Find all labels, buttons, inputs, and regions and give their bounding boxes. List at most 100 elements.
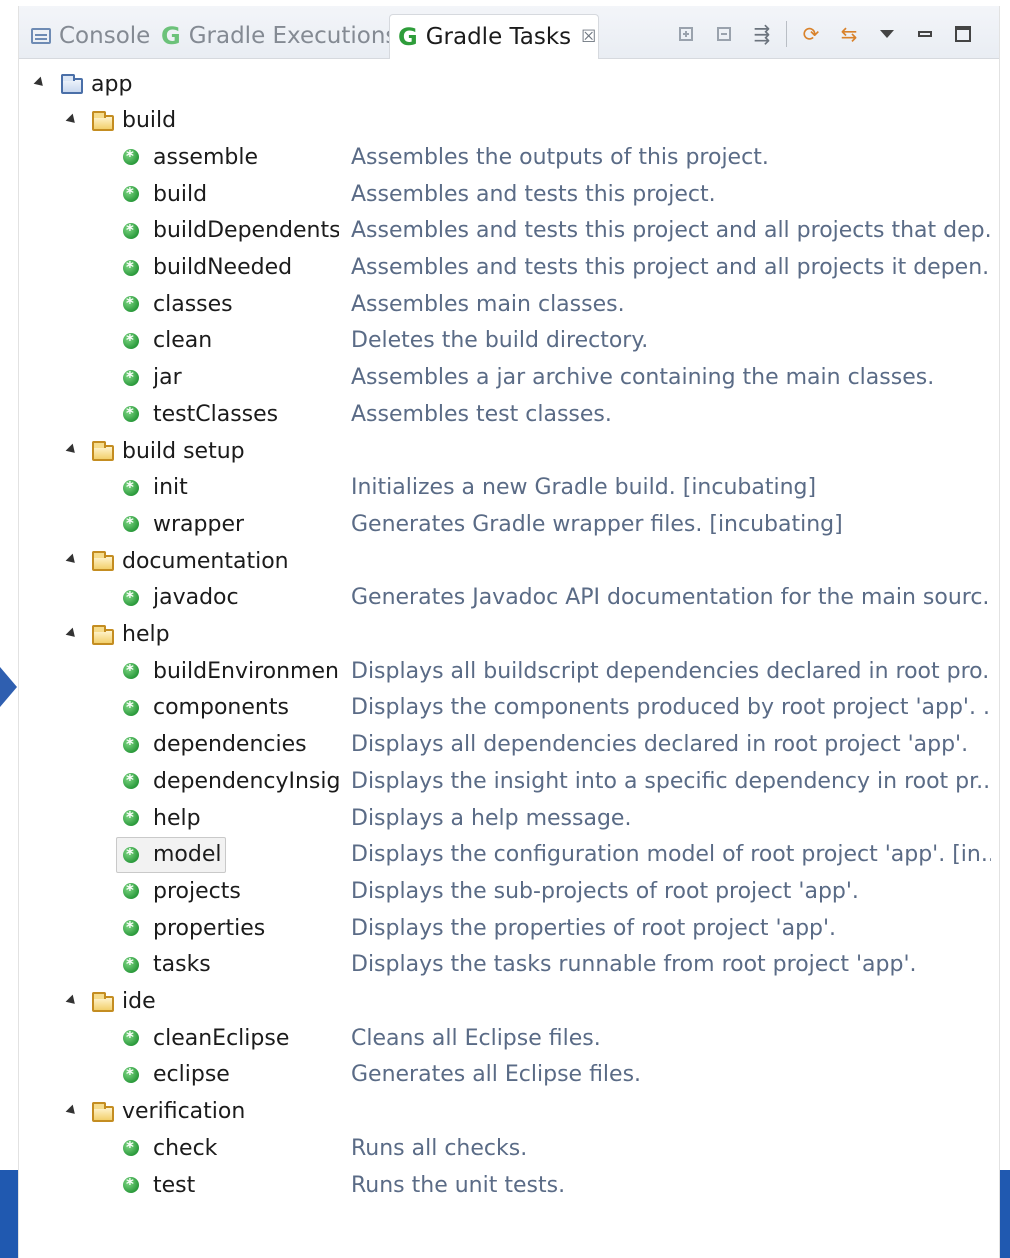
task-description: Assembles and tests this project and all…: [351, 255, 991, 280]
task-row[interactable]: buildDependents Assembles and tests this …: [19, 213, 999, 249]
link-with-selection-icon[interactable]: ⇆: [831, 16, 867, 52]
toolbar-separator: [786, 21, 787, 47]
task-name: model: [153, 842, 222, 868]
group-label: help: [122, 622, 170, 647]
task-row[interactable]: buildNeeded Assembles and tests this proj…: [19, 250, 999, 286]
task-icon: [123, 845, 139, 863]
task-group-verification[interactable]: verification: [19, 1094, 999, 1130]
task-row[interactable]: help Displays a help message.: [19, 800, 999, 836]
expand-all-icon[interactable]: [668, 16, 704, 52]
minimize-icon[interactable]: [907, 16, 943, 52]
task-row[interactable]: tasks Displays the tasks runnable from ro…: [19, 947, 999, 983]
task-icon: [123, 771, 139, 790]
expand-toggle-icon[interactable]: [65, 553, 79, 567]
task-name: help: [153, 805, 201, 831]
task-description: Deletes the build directory.: [351, 328, 649, 354]
task-icon: [123, 514, 139, 533]
tab-gradle-tasks[interactable]: G Gradle Tasks ☒: [389, 14, 599, 59]
task-group-help[interactable]: help: [19, 617, 999, 653]
tree-root-app[interactable]: app: [19, 66, 999, 102]
folder-icon: [61, 74, 83, 94]
task-icon: [123, 404, 139, 423]
task-icon: [123, 1138, 139, 1157]
task-icon: [123, 808, 139, 826]
task-row[interactable]: build Assembles and tests this project.: [19, 176, 999, 212]
task-description: Assembles and tests this project.: [351, 181, 716, 207]
task-name: buildDependents: [153, 218, 339, 244]
task-icon: [123, 221, 139, 239]
tab-console[interactable]: Console: [23, 14, 150, 58]
task-row[interactable]: wrapper Generates Gradle wrapper files. […: [19, 506, 999, 542]
expand-toggle-icon[interactable]: [65, 994, 79, 1007]
task-name: assemble: [153, 144, 258, 170]
task-row[interactable]: classes Assembles main classes.: [19, 286, 999, 322]
folder-icon: [92, 441, 114, 461]
collapse-all-icon[interactable]: [706, 16, 742, 52]
task-row[interactable]: jar Assembles a jar archive containing th…: [19, 360, 999, 396]
task-description: Generates all Eclipse files.: [351, 1062, 642, 1088]
task-description: Displays a help message.: [351, 805, 632, 831]
group-label: ide: [122, 989, 156, 1014]
task-row[interactable]: eclipse Generates all Eclipse files.: [19, 1057, 999, 1093]
view-menu-icon[interactable]: [869, 16, 905, 52]
gradle-icon: G: [398, 23, 418, 51]
task-name: cleanEclipse: [153, 1025, 290, 1051]
task-row[interactable]: projects Displays the sub-projects of roo…: [19, 873, 999, 909]
task-row[interactable]: dependencies Displays all dependencies de…: [19, 727, 999, 763]
task-name: testClasses: [153, 401, 279, 427]
tab-gradle-executions[interactable]: G Gradle Executions: [153, 14, 397, 58]
task-icon: [123, 735, 139, 753]
task-description: Assembles a jar archive containing the m…: [351, 365, 935, 391]
task-icon: [123, 368, 139, 386]
expand-toggle-icon[interactable]: [65, 1104, 79, 1117]
task-description: Cleans all Eclipse files.: [351, 1025, 601, 1051]
expand-toggle-icon[interactable]: [65, 113, 79, 127]
task-row[interactable]: check Runs all checks.: [19, 1130, 999, 1166]
task-description: Displays the tasks runnable from root pr…: [351, 952, 917, 978]
folder-icon: [92, 624, 114, 645]
task-name: buildNeeded: [153, 255, 293, 280]
task-row[interactable]: buildEnvironment Displays all buildscript…: [19, 653, 999, 689]
task-row[interactable]: components Displays the components produc…: [19, 690, 999, 726]
task-row[interactable]: clean Deletes the build directory.: [19, 323, 999, 359]
maximize-icon[interactable]: [945, 16, 981, 52]
task-row[interactable]: dependencyInsight Displays the insight in…: [19, 763, 999, 799]
close-tab-icon[interactable]: ☒: [581, 27, 596, 47]
task-row[interactable]: cleanEclipse Cleans all Eclipse files.: [19, 1020, 999, 1056]
task-row[interactable]: model Displays the configuration model of…: [19, 836, 999, 873]
task-icon: [123, 331, 139, 349]
task-group-documentation[interactable]: documentation: [19, 543, 999, 579]
task-row[interactable]: init Initializes a new Gradle build. [inc…: [19, 470, 999, 506]
folder-icon: [92, 1101, 114, 1122]
task-description: Displays the sub-projects of root projec…: [351, 878, 859, 904]
task-row[interactable]: testClasses Assembles test classes.: [19, 396, 999, 432]
task-description: Generates Javadoc API documentation for …: [351, 585, 991, 611]
expand-toggle-icon[interactable]: [65, 443, 79, 457]
task-group-build[interactable]: build: [19, 103, 999, 139]
gradle-icon: G: [161, 22, 181, 50]
task-row[interactable]: assemble Assembles the outputs of this pr…: [19, 139, 999, 175]
refresh-icon[interactable]: ⟳: [793, 16, 829, 52]
task-row[interactable]: javadoc Generates Javadoc API documentati…: [19, 580, 999, 616]
console-icon: [31, 28, 51, 44]
task-group-build-setup[interactable]: build setup: [19, 433, 999, 469]
task-name: init: [153, 475, 188, 501]
task-group-ide[interactable]: ide: [19, 984, 999, 1020]
task-name: classes: [153, 291, 233, 317]
task-name: jar: [153, 365, 182, 391]
task-row[interactable]: test Runs the unit tests.: [19, 1167, 999, 1203]
filter-icon[interactable]: ⇶: [744, 16, 780, 52]
expand-toggle-icon[interactable]: [65, 627, 79, 640]
task-row[interactable]: properties Displays the properties of roo…: [19, 910, 999, 946]
task-name: projects: [153, 878, 241, 904]
tab-label: Gradle Tasks: [425, 24, 572, 50]
tree-node-label: app: [91, 71, 133, 97]
task-icon: [123, 661, 139, 680]
expand-toggle-icon[interactable]: [33, 76, 47, 90]
folder-icon: [92, 110, 114, 131]
task-description: Assembles the outputs of this project.: [351, 144, 769, 170]
task-name: check: [153, 1135, 218, 1161]
folder-icon: [92, 991, 114, 1012]
tab-label: Gradle Executions: [188, 23, 398, 49]
task-name: dependencies: [153, 732, 307, 758]
